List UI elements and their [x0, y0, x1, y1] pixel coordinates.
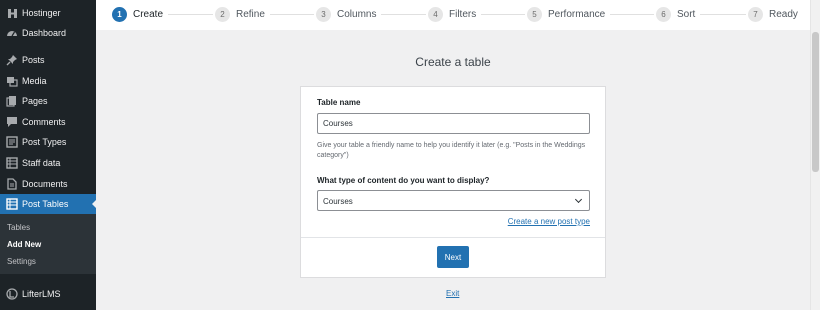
- create-post-type-link[interactable]: Create a new post type: [508, 217, 590, 226]
- submenu-item-add-new[interactable]: Add New: [7, 240, 41, 249]
- menu-item-media[interactable]: Media: [0, 71, 96, 91]
- chevron-down-icon: [574, 195, 583, 204]
- menu-item-comments[interactable]: Comments: [0, 112, 96, 132]
- menu-item-staff-data[interactable]: Staff data: [0, 153, 96, 173]
- exit-link[interactable]: Exit: [446, 289, 459, 298]
- step-create[interactable]: 1 Create: [110, 6, 169, 22]
- menu-item-posts[interactable]: Posts: [0, 50, 96, 70]
- content-type-value: Courses: [323, 197, 353, 206]
- step-refine[interactable]: 2 Refine: [213, 6, 270, 22]
- create-table-card: Table name Give your table a friendly na…: [300, 86, 606, 278]
- page-scrollbar[interactable]: [810, 0, 820, 310]
- pages-icon: [6, 95, 18, 107]
- menu-item-hostinger[interactable]: Hostinger: [0, 3, 96, 23]
- hostinger-logo-icon: [6, 7, 18, 19]
- table-icon: [6, 157, 18, 169]
- card-divider: [301, 237, 605, 238]
- scrollbar-thumb[interactable]: [812, 32, 819, 172]
- submenu-item-tables[interactable]: Tables: [7, 223, 30, 232]
- document-icon: [6, 178, 18, 190]
- step-columns[interactable]: 3 Columns: [314, 6, 382, 22]
- pin-icon: [6, 54, 18, 66]
- active-menu-indicator: [92, 199, 97, 209]
- menu-item-post-tables[interactable]: Post Tables: [0, 194, 97, 214]
- post-types-icon: [6, 136, 18, 148]
- table-name-help: Give your table a friendly name to help …: [317, 142, 586, 159]
- grid-icon: [6, 198, 18, 210]
- menu-item-pages[interactable]: Pages: [0, 91, 96, 111]
- table-name-input[interactable]: [317, 113, 590, 134]
- next-button[interactable]: Next: [437, 246, 469, 268]
- step-performance[interactable]: 5 Performance: [525, 6, 611, 22]
- lifterlms-icon: [6, 288, 18, 300]
- table-name-label: Table name: [317, 98, 361, 107]
- menu-item-lifterlms[interactable]: LifterLMS: [0, 284, 96, 304]
- post-tables-submenu: Tables Add New Settings: [0, 214, 96, 274]
- dashboard-icon: [6, 27, 18, 39]
- step-ready[interactable]: 7 Ready: [746, 6, 803, 22]
- step-filters[interactable]: 4 Filters: [426, 6, 482, 22]
- wizard-steps-bar: 1 Create 2 Refine 3 Columns 4 Filters 5 …: [96, 0, 810, 30]
- media-icon: [6, 75, 18, 87]
- content-type-label: What type of content do you want to disp…: [317, 176, 490, 185]
- step-sort[interactable]: 6 Sort: [654, 6, 701, 22]
- menu-item-dashboard[interactable]: Dashboard: [0, 23, 96, 43]
- content-type-select[interactable]: Courses: [317, 190, 590, 211]
- admin-sidebar: Hostinger Dashboard Posts Media Pages Co…: [0, 0, 97, 310]
- page-title: Create a table: [415, 55, 491, 69]
- menu-item-documents[interactable]: Documents: [0, 174, 96, 194]
- comment-icon: [6, 116, 18, 128]
- submenu-item-settings[interactable]: Settings: [7, 257, 36, 266]
- menu-item-post-types[interactable]: Post Types: [0, 132, 96, 152]
- menu-item-partial: [0, 304, 96, 310]
